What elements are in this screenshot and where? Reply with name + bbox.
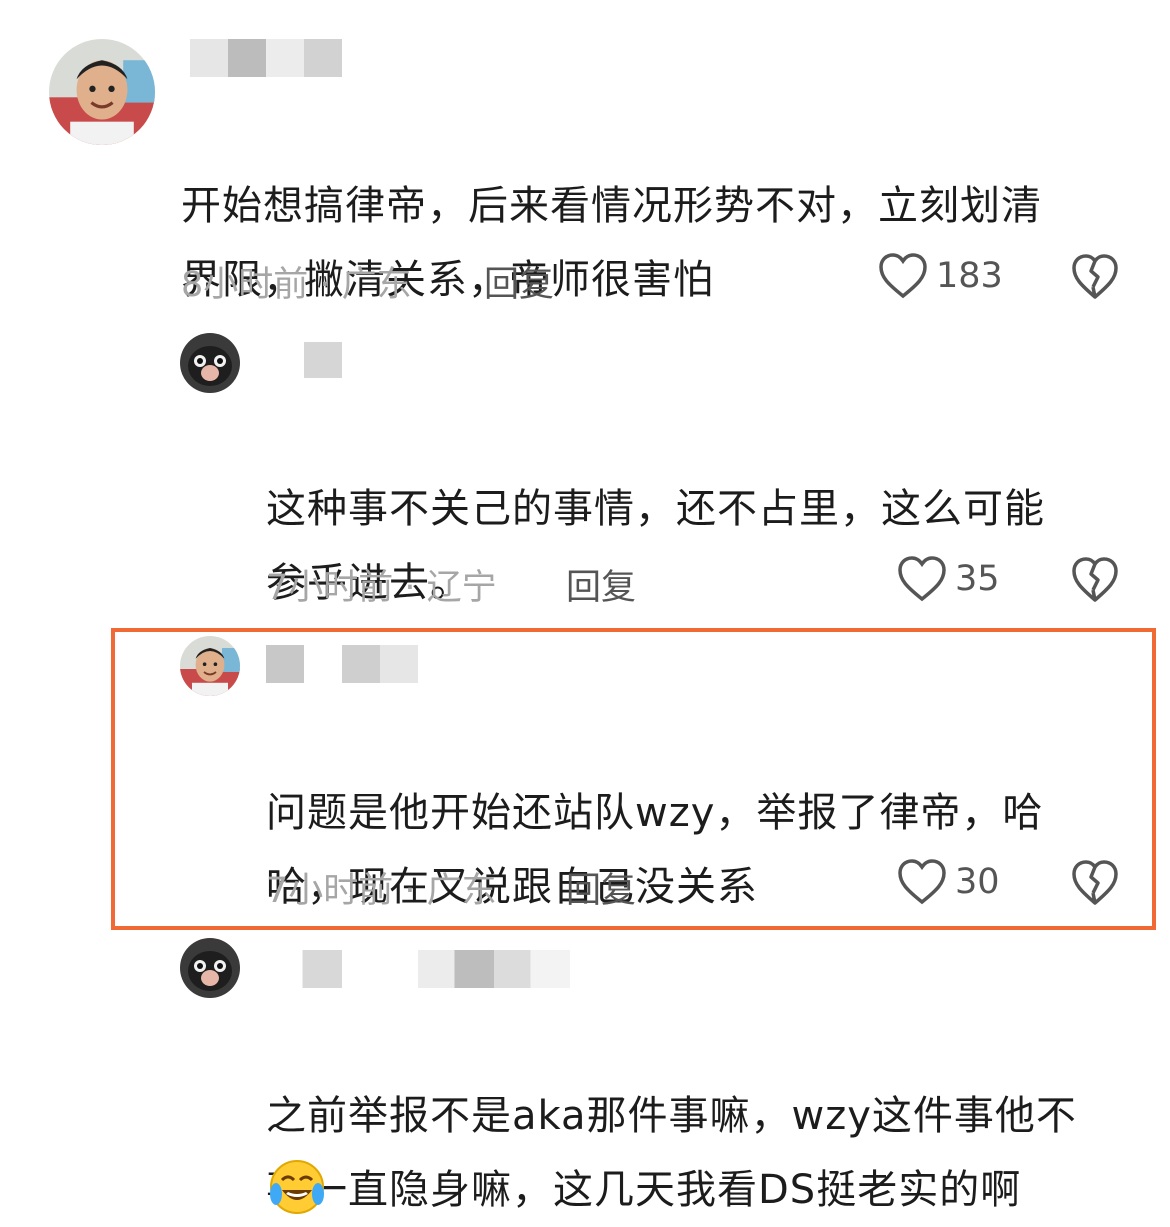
comment-text-line: 开始想搞律帝，后来看情况形势不对，立刻划清 [181, 183, 1042, 229]
comment-meta: 8小时前 · 广东 [181, 265, 412, 305]
dislike-button[interactable] [1071, 556, 1119, 604]
username-blurred[interactable] [266, 950, 570, 988]
dislike-button[interactable] [1071, 253, 1119, 301]
username-blurred[interactable] [266, 342, 342, 378]
dislike-button[interactable] [1071, 859, 1119, 907]
like-count: 30 [955, 862, 1000, 902]
heart-icon [898, 859, 946, 905]
comment-meta: 7小时前 · 广东 [266, 871, 497, 911]
avatar-boy[interactable] [49, 39, 155, 145]
broken-heart-icon [1072, 254, 1118, 299]
like-button[interactable]: 183 [878, 252, 1003, 300]
comment-meta: 7小时前 · 辽宁 [266, 568, 497, 608]
avatar-boy[interactable] [180, 636, 240, 696]
like-button[interactable]: 35 [897, 555, 1000, 603]
like-count: 35 [955, 559, 1000, 599]
heart-icon [879, 253, 927, 299]
comment-text: 之前举报不是aka那件事嘛，wzy这件事他不 事一直隐身嘛，这几天我看DS挺老实… [266, 1005, 1077, 1227]
comment-text-line: 事一直隐身嘛，这几天我看DS挺老实的啊 [266, 1167, 1022, 1213]
comment-text-line: 之前举报不是aka那件事嘛，wzy这件事他不 [266, 1093, 1077, 1139]
comment-text-line: 问题是他开始还站队wzy，举报了律帝，哈 [266, 790, 1044, 836]
like-count: 183 [936, 256, 1003, 296]
avatar-pug[interactable] [180, 333, 240, 393]
broken-heart-icon [1072, 860, 1118, 905]
heart-icon [898, 556, 946, 602]
comment-text-line: 这种事不关己的事情，还不占里，这么可能 [266, 486, 1045, 532]
avatar-pug[interactable] [180, 938, 240, 998]
username-blurred[interactable] [190, 39, 342, 77]
reply-button[interactable]: 回复 [566, 559, 636, 610]
like-button[interactable]: 30 [897, 858, 1000, 906]
username-blurred[interactable] [266, 645, 418, 683]
reply-button[interactable]: 回复 [566, 862, 636, 913]
reply-button[interactable]: 回复 [484, 256, 554, 307]
broken-heart-icon [1072, 557, 1118, 602]
laugh-cry-emoji [268, 1158, 326, 1216]
